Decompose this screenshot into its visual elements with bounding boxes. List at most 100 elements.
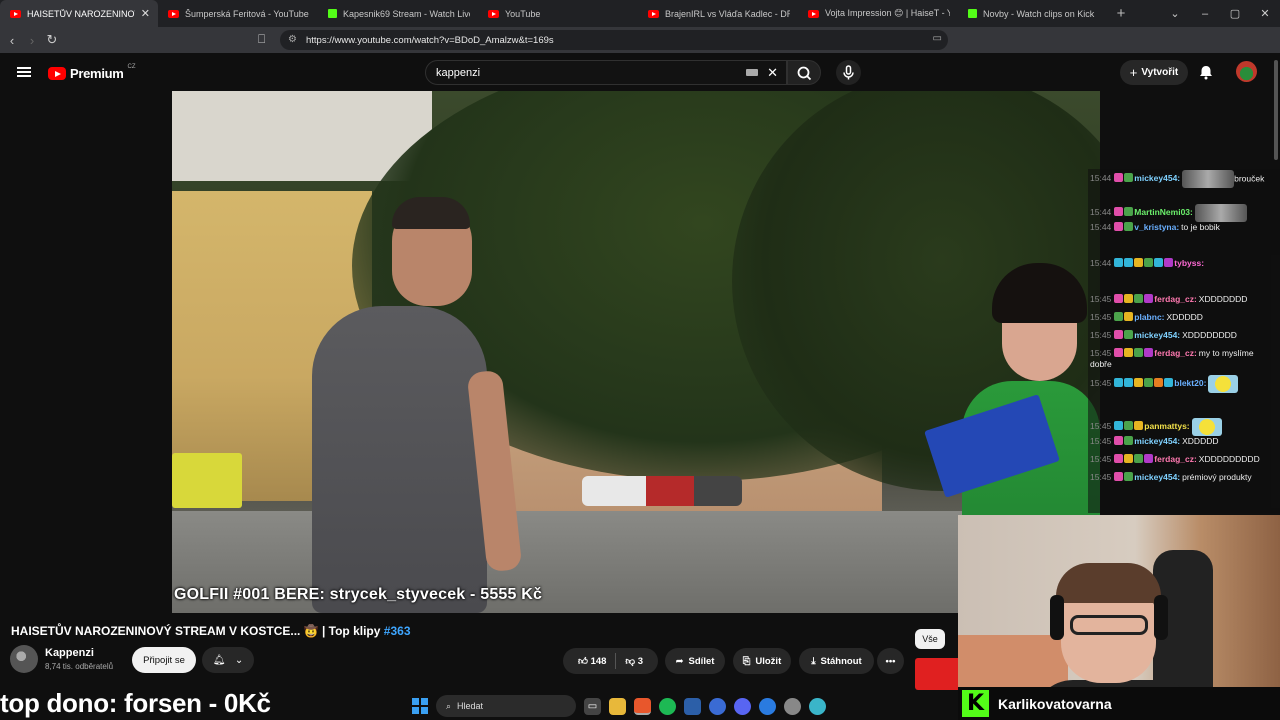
chat-username[interactable]: ferdag_cz: — [1154, 454, 1197, 464]
chat-message: 15:45 ferdag_cz: XDDDDDDD — [1088, 293, 1278, 306]
tab-0[interactable]: HAISETŮV NAROZENINOVÝ ✕ — [0, 0, 158, 27]
brave-browser-icon[interactable] — [634, 697, 651, 715]
url-text[interactable]: https://www.youtube.com/watch?v=BDoD_Ama… — [306, 35, 554, 46]
forward-icon[interactable]: › — [22, 33, 42, 48]
chat-text: XDDDDDDDD — [1182, 330, 1237, 340]
chat-username[interactable]: ferdag_cz: — [1154, 348, 1197, 358]
chat-username[interactable]: v_kristyna: — [1134, 222, 1179, 232]
microphone-icon — [843, 65, 854, 80]
account-avatar[interactable] — [1236, 61, 1257, 82]
search-button[interactable] — [787, 60, 821, 85]
youtube-icon — [488, 9, 499, 18]
chat-username[interactable]: mickey454: — [1134, 436, 1180, 446]
site-settings-icon[interactable]: ⚙ — [288, 34, 297, 45]
minimize-button[interactable]: – — [1190, 8, 1220, 20]
share-label: Sdílet — [688, 655, 715, 667]
chat-username[interactable]: mickey454: — [1134, 330, 1180, 340]
youtube-icon — [648, 9, 659, 18]
youtube-icon — [808, 9, 819, 18]
chat-username[interactable]: MartinNemi03: — [1134, 207, 1193, 217]
back-icon[interactable]: ‹ — [2, 33, 22, 48]
save-button[interactable]: ⎘ Uložit — [733, 648, 791, 674]
more-actions-button[interactable]: ••• — [877, 648, 904, 674]
video-hashtag[interactable]: #363 — [384, 624, 411, 638]
chat-message: 15:44 mickey454: brouček — [1088, 169, 1278, 189]
chat-username[interactable]: plabnc: — [1134, 312, 1164, 322]
dislike-button[interactable]: 👎︎ 3 — [625, 655, 643, 667]
page-scrollbar[interactable] — [1274, 60, 1278, 160]
chat-username[interactable]: tybyss: — [1174, 258, 1204, 268]
tab-3[interactable]: YouTube — [478, 0, 638, 27]
save-label: Uložit — [755, 655, 782, 667]
chat-badge-icon — [1134, 258, 1144, 267]
notifications-button[interactable] — [1198, 64, 1214, 85]
chat-username[interactable]: mickey454: — [1134, 173, 1180, 183]
logo-text: Premium — [70, 66, 124, 81]
maximize-button[interactable]: ▢ — [1220, 7, 1250, 20]
app-icon[interactable] — [759, 697, 776, 715]
tab-2[interactable]: Kapesnik69 Stream - Watch Live — [318, 0, 478, 27]
spotify-icon[interactable] — [659, 697, 676, 715]
tab-4[interactable]: BrajenIRL vs Vláďa Kadlec - DRAMA — [638, 0, 798, 27]
discord-icon[interactable] — [734, 697, 751, 715]
channel-avatar[interactable] — [10, 645, 38, 673]
filter-all-chip[interactable]: Vše — [915, 629, 945, 649]
chat-username[interactable]: ferdag_cz: — [1154, 294, 1197, 304]
webcam-person — [1056, 563, 1161, 603]
chat-username[interactable]: mickey454: — [1134, 472, 1180, 482]
close-window-button[interactable]: ✕ — [1250, 7, 1280, 20]
app-icon[interactable] — [809, 697, 826, 715]
chat-message: 15:45 ferdag_cz: my to myslíme dobře — [1088, 347, 1278, 371]
chat-badge-icon — [1124, 294, 1134, 303]
kick-name-bar: K Karlikovatovarna — [958, 687, 1280, 720]
thumbnail-preview[interactable] — [915, 658, 958, 690]
bookmark-icon[interactable]: ⎕ — [258, 32, 265, 47]
app-icon[interactable] — [709, 697, 726, 715]
window-controls: ⌄ – ▢ ✕ — [1160, 0, 1280, 27]
reload-icon[interactable]: ↻ — [42, 32, 62, 48]
tab-6[interactable]: Novby - Watch clips on Kick — [958, 0, 1108, 27]
chat-username[interactable]: panmattys: — [1144, 421, 1189, 431]
youtube-logo[interactable]: Premium CZ — [48, 64, 136, 81]
task-view-icon[interactable]: ▭ — [584, 697, 601, 715]
chat-emote-icon — [1182, 170, 1235, 188]
youtube-play-icon — [48, 67, 66, 80]
search-input[interactable]: kappenzi ✕ — [425, 60, 787, 85]
subscription-bell-button[interactable]: 🔔︎ ⌄ — [202, 647, 254, 673]
chat-username[interactable]: blekt20: — [1174, 378, 1206, 388]
chat-message: 15:45 blekt20: — [1088, 374, 1278, 394]
windows-start-icon[interactable] — [412, 698, 428, 714]
search-icon: ⌕ — [446, 700, 452, 711]
chrome-icon[interactable] — [784, 697, 801, 715]
keyboard-icon[interactable] — [746, 69, 758, 76]
download-button[interactable]: ⤓ Stáhnout — [799, 648, 874, 674]
tab-5[interactable]: Vojta Impression 😊 | HaiseT - YouT — [798, 0, 958, 27]
chat-badge-icon — [1164, 258, 1174, 267]
right-gutter — [1100, 91, 1280, 169]
clear-search-icon[interactable]: ✕ — [767, 65, 778, 81]
new-tab-button[interactable]: + — [1108, 5, 1134, 22]
close-tab-icon[interactable]: ✕ — [141, 7, 150, 20]
join-button[interactable]: Připojit se — [132, 647, 196, 673]
cast-icon[interactable]: ▭ — [933, 33, 942, 44]
chat-message: 15:44 v_kristyna: to je bobik — [1088, 221, 1278, 234]
tab-1[interactable]: Šumperská Feritová - YouTube — [158, 0, 318, 27]
chat-message: 15:45 panmattys: — [1088, 417, 1278, 437]
hamburger-menu-icon[interactable] — [17, 67, 31, 77]
share-button[interactable]: ➦ Sdílet — [665, 648, 725, 674]
channel-name[interactable]: Kappenzi — [45, 647, 94, 659]
chat-timestamp: 15:45 — [1090, 348, 1112, 358]
app-icon[interactable] — [684, 697, 701, 715]
chat-badge-icon — [1124, 348, 1134, 357]
file-explorer-icon[interactable] — [609, 697, 626, 715]
like-button[interactable]: 👍︎ 148 — [578, 655, 606, 667]
chat-badge-icon — [1144, 294, 1154, 303]
voice-search-button[interactable] — [836, 60, 861, 85]
chat-text: prémiový produkty — [1182, 472, 1252, 482]
search-value[interactable]: kappenzi — [436, 67, 480, 79]
url-bar[interactable]: ⎕ ⚙ https://www.youtube.com/watch?v=BDoD… — [258, 30, 948, 50]
create-button[interactable]: + Vytvořit — [1120, 60, 1188, 85]
chat-badge-icon — [1114, 454, 1124, 463]
tab-search-icon[interactable]: ⌄ — [1160, 7, 1190, 20]
taskbar-search[interactable]: ⌕ Hledat — [436, 695, 576, 717]
